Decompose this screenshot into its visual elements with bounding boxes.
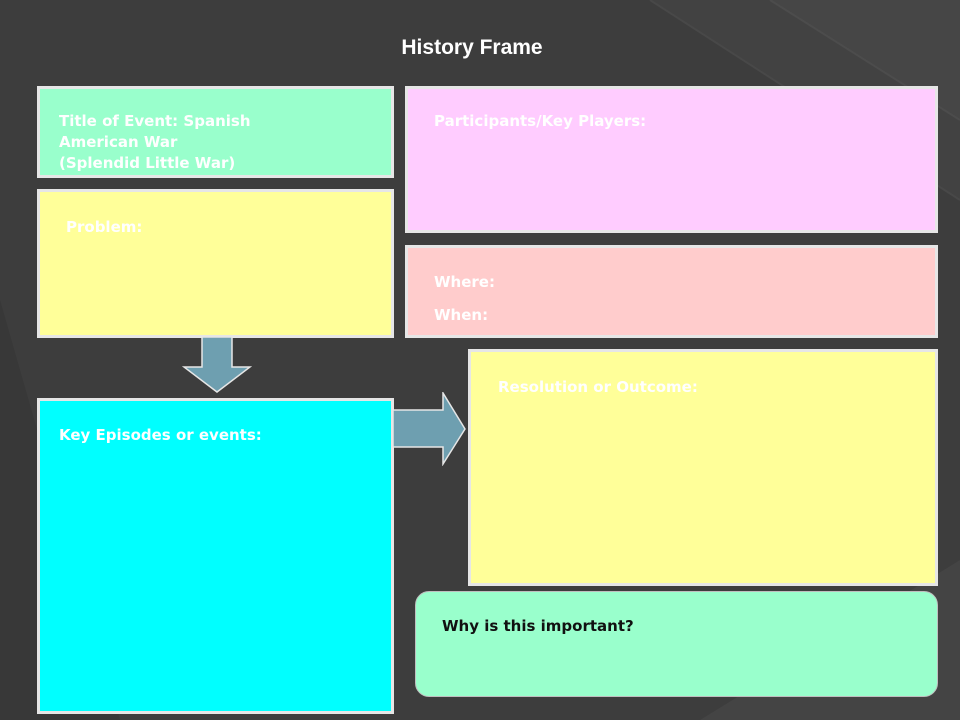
participants-label: Participants/Key Players: <box>434 112 647 130</box>
where-label: Where: <box>434 273 495 291</box>
why-important-box: Why is this important? <box>415 591 938 697</box>
title-of-event-line-2: American War <box>59 133 178 151</box>
arrow-right-icon <box>393 392 466 466</box>
participants-box: Participants/Key Players: <box>405 86 938 233</box>
title-of-event-line-3: (Splendid Little War) <box>59 154 236 172</box>
resolution-label: Resolution or Outcome: <box>498 378 698 396</box>
title-of-event-box: Title of Event: Spanish American War (Sp… <box>37 86 394 178</box>
arrow-down-icon <box>182 337 252 393</box>
key-episodes-label: Key Episodes or events: <box>59 426 262 444</box>
resolution-box: Resolution or Outcome: <box>468 349 938 586</box>
key-episodes-box: Key Episodes or events: <box>37 398 394 714</box>
title-of-event-line-1: Title of Event: Spanish <box>59 112 251 130</box>
when-label: When: <box>434 306 489 324</box>
slide: History Frame Title of Event: Spanish Am… <box>0 0 960 720</box>
problem-label: Problem: <box>66 218 143 236</box>
where-when-box: Where: When: <box>405 245 938 338</box>
why-important-label: Why is this important? <box>442 617 634 635</box>
page-title: History Frame <box>401 36 543 59</box>
problem-box: Problem: <box>37 189 394 338</box>
